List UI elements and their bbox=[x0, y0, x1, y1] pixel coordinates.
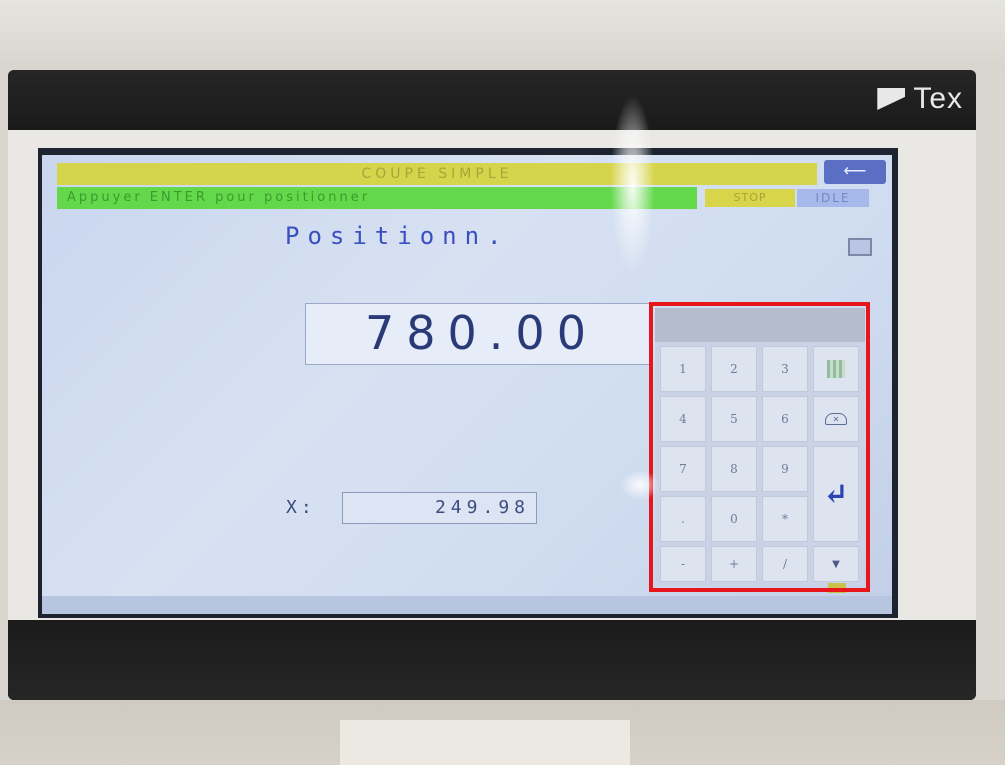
brand-logo: Tex bbox=[877, 82, 963, 116]
x-label: X: bbox=[286, 497, 316, 518]
brand-mark-icon bbox=[877, 88, 906, 110]
x-position-field: 249.98 bbox=[342, 492, 537, 524]
page-title: COUPE SIMPLE bbox=[57, 163, 817, 185]
wall-background bbox=[0, 0, 1005, 70]
status-message: Appuyer ENTER pour positionner bbox=[57, 187, 697, 209]
target-value: 780.00 bbox=[365, 306, 598, 360]
bezel-top bbox=[8, 70, 976, 130]
screen-icon[interactable] bbox=[848, 238, 872, 256]
bottom-status-strip bbox=[42, 596, 892, 614]
bezel-bottom bbox=[8, 620, 976, 700]
keypad-highlight-box bbox=[649, 302, 870, 592]
state-badge: IDLE bbox=[797, 189, 869, 207]
stop-badge: STOP bbox=[705, 189, 795, 207]
back-button[interactable]: ⟵ bbox=[824, 160, 886, 184]
device-stand bbox=[340, 720, 630, 765]
brand-name: Tex bbox=[913, 82, 963, 115]
mode-title: Positionn. bbox=[285, 222, 510, 250]
